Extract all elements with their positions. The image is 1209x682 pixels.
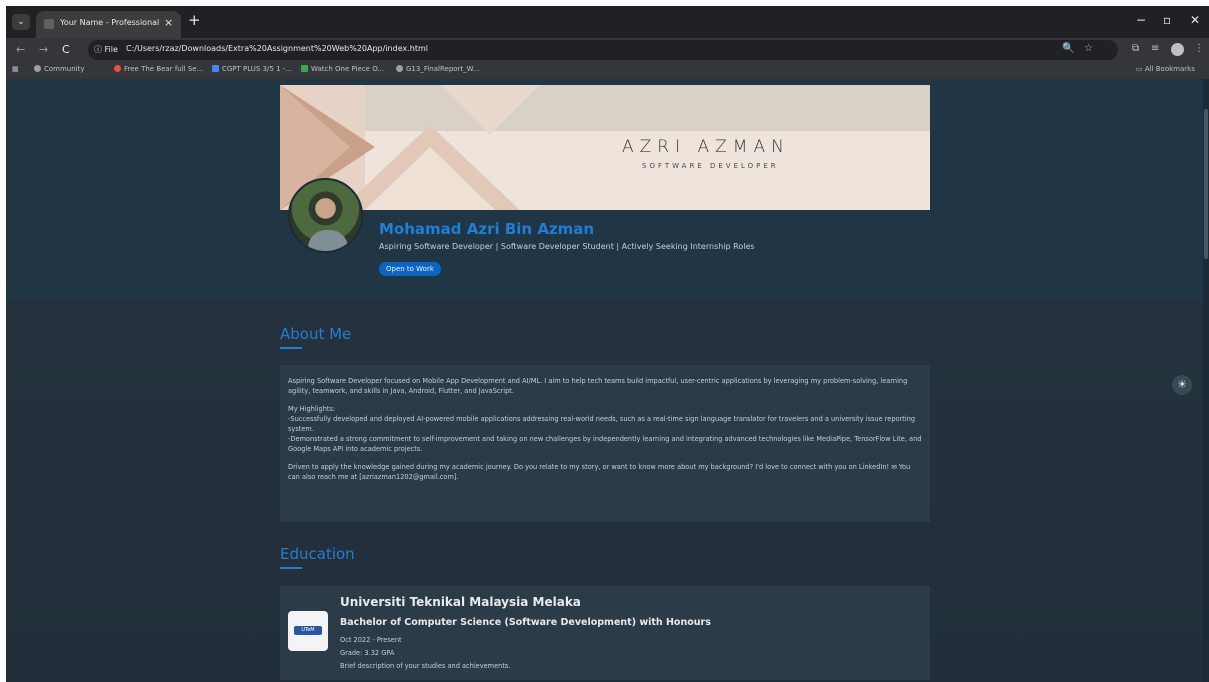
media-icon[interactable]: ≡ xyxy=(1151,43,1159,54)
tab-favicon-icon xyxy=(44,19,54,29)
bookmarks-bar: ▦ Community Free The Bear full Se... CGP… xyxy=(6,62,1209,79)
university-logo: UTeM xyxy=(288,611,328,651)
extensions-icon[interactable]: ⧉ xyxy=(1132,43,1139,54)
university-logo-mark: UTeM xyxy=(294,626,322,635)
zoom-icon[interactable]: 🔍 xyxy=(1062,43,1074,54)
scrollbar-thumb[interactable] xyxy=(1204,109,1208,259)
profile-avatar-photo xyxy=(288,178,363,253)
bookmark-community[interactable]: Community xyxy=(34,65,85,73)
profile-banner: AZRI AZMAN SOFTWARE DEVELOPER xyxy=(280,85,930,210)
bookmark-label: G13_FinalReport_W... xyxy=(406,65,480,73)
globe-icon xyxy=(396,65,403,72)
education-grade: Grade: 3.32 GPA xyxy=(340,649,395,657)
bookmark-star-icon[interactable]: ☆ xyxy=(1084,43,1093,54)
highlight-item: -Successfully developed and deployed AI-… xyxy=(288,415,916,433)
theme-toggle-icon[interactable]: ☀ xyxy=(1172,375,1192,395)
bookmark-free-the-bear[interactable]: Free The Bear full Se... xyxy=(114,65,203,73)
degree-title: Bachelor of Computer Science (Software D… xyxy=(340,617,711,628)
university-name: Universiti Teknikal Malaysia Melaka xyxy=(340,595,581,609)
all-bookmarks-folder[interactable]: ▭ All Bookmarks xyxy=(1136,65,1195,73)
site-icon xyxy=(301,65,308,72)
tab-search-icon[interactable]: ⌄ xyxy=(12,14,30,30)
navigation-bar: ← → C ⓘ File C:/Users/rzaz/Downloads/Ext… xyxy=(6,38,1209,62)
bookmark-g13[interactable]: G13_FinalReport_W... xyxy=(396,65,479,73)
globe-icon xyxy=(34,65,41,72)
open-to-work-button[interactable]: Open to Work xyxy=(379,262,441,276)
minimize-button[interactable]: − xyxy=(1136,13,1146,27)
about-card: Aspiring Software Developer focused on M… xyxy=(280,365,930,522)
about-intro: Aspiring Software Developer focused on M… xyxy=(288,377,908,395)
doc-icon xyxy=(212,65,219,72)
new-tab-button[interactable]: + xyxy=(188,11,201,29)
maximize-button[interactable]: ▫ xyxy=(1163,13,1171,27)
highlights-title: My Highlights: xyxy=(288,405,336,413)
browser-tab[interactable]: Your Name - Professional Portf... × xyxy=(36,11,181,38)
page-viewport: AZRI AZMAN SOFTWARE DEVELOPER Mohamad Az… xyxy=(6,79,1203,682)
education-underline xyxy=(280,567,302,569)
tab-strip: ⌄ Your Name - Professional Portf... × + … xyxy=(6,6,1209,38)
education-dates: Oct 2022 - Present xyxy=(340,636,402,644)
banner-name: AZRI AZMAN xyxy=(622,137,790,157)
profile-avatar[interactable] xyxy=(1171,43,1184,56)
apps-icon[interactable]: ▦ xyxy=(12,65,19,73)
bookmark-label: Watch One Piece O... xyxy=(311,65,385,73)
url-text[interactable]: C:/Users/rzaz/Downloads/Extra%20Assignme… xyxy=(126,44,428,53)
highlight-item: -Demonstrated a strong commitment to sel… xyxy=(288,435,922,453)
tab-close-icon[interactable]: × xyxy=(164,16,173,29)
education-description: Brief description of your studies and ac… xyxy=(340,662,511,670)
banner-role: SOFTWARE DEVELOPER xyxy=(642,162,779,170)
education-card: UTeM Universiti Teknikal Malaysia Melaka… xyxy=(280,586,930,680)
menu-kebab-icon[interactable]: ⋮ xyxy=(1194,43,1204,54)
folder-icon: ▭ xyxy=(1136,65,1145,73)
all-bookmarks-label: All Bookmarks xyxy=(1144,65,1195,73)
avatar-figure xyxy=(308,230,348,251)
profile-name: Mohamad Azri Bin Azman xyxy=(379,220,595,238)
site-icon xyxy=(114,65,121,72)
reload-button[interactable]: C xyxy=(62,43,70,56)
bookmark-label: Community xyxy=(44,65,85,73)
bookmark-label: Free The Bear full Se... xyxy=(124,65,204,73)
address-bar[interactable]: ⓘ File C:/Users/rzaz/Downloads/Extra%20A… xyxy=(88,40,1118,60)
bookmark-one-piece[interactable]: Watch One Piece O... xyxy=(301,65,384,73)
banner-pattern xyxy=(280,85,930,210)
page-scrollbar[interactable] xyxy=(1203,79,1209,682)
about-underline xyxy=(280,347,302,349)
bookmark-cgpt[interactable]: CGPT PLUS 3/5 1 -... xyxy=(212,65,292,73)
close-window-button[interactable]: ✕ xyxy=(1190,13,1200,27)
bookmark-label: CGPT PLUS 3/5 1 -... xyxy=(222,65,292,73)
forward-button[interactable]: → xyxy=(39,43,48,56)
education-title: Education xyxy=(280,545,355,563)
site-info-chip[interactable]: ⓘ File xyxy=(94,44,118,55)
tab-title: Your Name - Professional Portf... xyxy=(60,18,160,27)
profile-headline: Aspiring Software Developer | Software D… xyxy=(379,242,755,251)
back-button[interactable]: ← xyxy=(16,43,25,56)
about-contact: Driven to apply the knowledge gained dur… xyxy=(288,463,911,481)
about-title: About Me xyxy=(280,325,352,343)
